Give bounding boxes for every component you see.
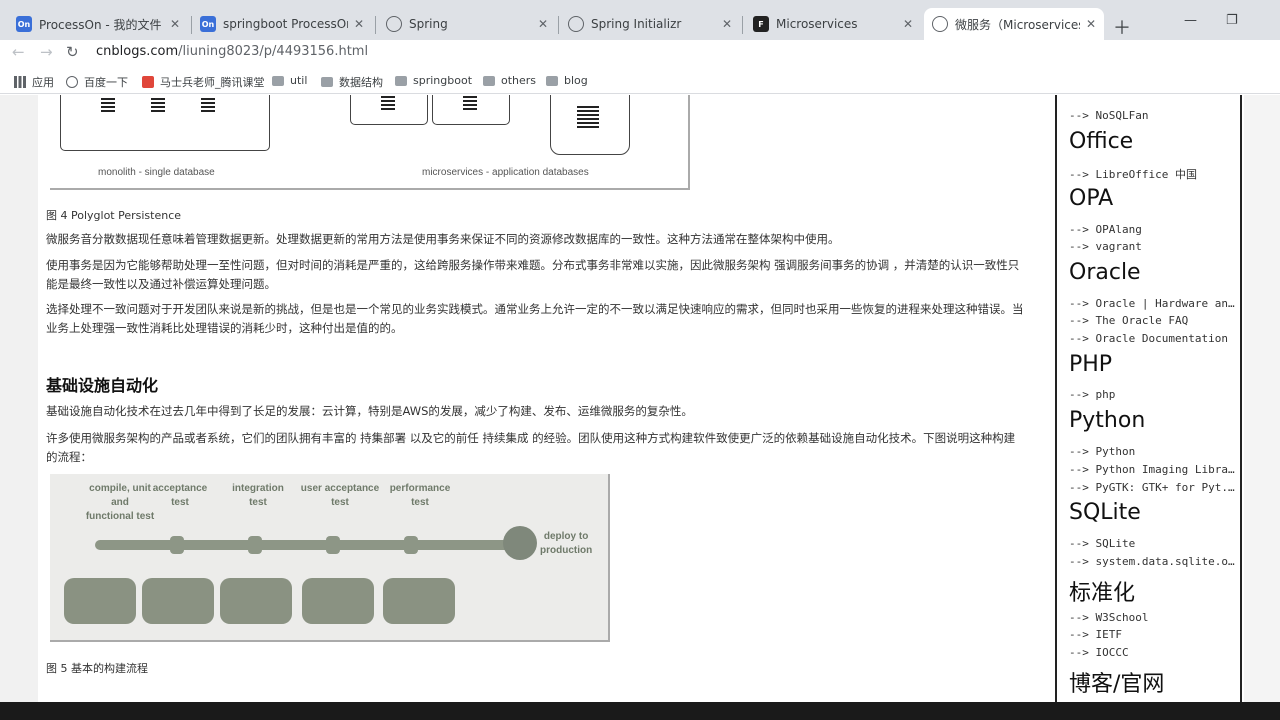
sidebar-links: --> NoSQLFan Office --> LibreOffice 中国 O…: [1055, 95, 1242, 702]
bookmark-msb[interactable]: 马士兵老师_腾讯课堂: [142, 74, 265, 90]
maximize-icon[interactable]: ❐: [1226, 13, 1238, 28]
paragraph: 基础设施自动化技术在过去几年中得到了长足的发展：云计算，特别是AWS的发展，减少…: [46, 404, 693, 418]
paragraph: 选择处理不一致问题对于开发团队来说是新的挑战，但是也是一个常见的业务实践模式。通…: [46, 302, 1024, 335]
page-icon: [66, 76, 78, 88]
paragraph: 使用事务是因为它能够帮助处理一至性问题，但对时间的消耗是严重的，这给跨服务操作带…: [46, 258, 1020, 291]
monolith-label: monolith - single database: [98, 167, 215, 178]
figure-4-caption: 图 4 Polyglot Persistence: [46, 209, 182, 222]
sidebar-link[interactable]: --> The Oracle FAQ: [1069, 314, 1239, 327]
tencent-classroom-icon: [142, 76, 154, 88]
close-tab-icon[interactable]: ✕: [1086, 17, 1096, 31]
bookmark-apps[interactable]: 应用: [14, 74, 54, 90]
stage-label: performance test: [389, 483, 451, 508]
article-body: monolith - single database microservices…: [38, 95, 1043, 702]
tab-microservices[interactable]: F Microservices ✕: [745, 8, 921, 40]
sidebar-heading: Office: [1069, 129, 1134, 154]
bookmark-datastructure[interactable]: 数据结构: [321, 74, 383, 90]
paragraph: 微服务音分散数据现任意味着管理数据更新。处理数据更新的常用方法是使用事务来保证不…: [46, 232, 840, 246]
figure-5-caption: 图 5 基本的构建流程: [46, 662, 148, 675]
pipeline-bar: [95, 540, 510, 550]
close-tab-icon[interactable]: ✕: [354, 17, 364, 31]
sidebar-link[interactable]: --> IOCCC: [1069, 646, 1239, 659]
section-heading: 基础设施自动化: [46, 376, 159, 395]
stage-label: integration test: [232, 483, 284, 508]
folder-icon: [483, 75, 495, 86]
sidebar-link[interactable]: --> IETF: [1069, 628, 1239, 641]
deploy-endpoint: [503, 526, 537, 560]
sidebar-link[interactable]: --> Python Imaging Libra...: [1069, 463, 1239, 476]
sidebar-heading: PHP: [1069, 352, 1113, 377]
globe-icon: [932, 16, 948, 32]
close-tab-icon[interactable]: ✕: [538, 17, 548, 31]
globe-icon: [568, 16, 584, 32]
stage-block: [302, 578, 374, 624]
tab-spring[interactable]: Spring ✕: [378, 8, 556, 40]
deploy-label: deploy to production: [540, 531, 593, 556]
back-arrow-icon[interactable]: ←: [12, 43, 25, 61]
stage-block: [64, 578, 136, 624]
microservices-label: microservices - application databases: [422, 167, 589, 178]
stage-label: acceptance test: [152, 483, 208, 508]
close-tab-icon[interactable]: ✕: [722, 17, 732, 31]
apps-grid-icon: [14, 76, 26, 88]
sidebar-heading: 标准化: [1069, 581, 1136, 606]
new-tab-button[interactable]: ＋: [1113, 14, 1131, 40]
sidebar-link[interactable]: --> Oracle Documentation: [1069, 332, 1239, 345]
tab-spring-initializr[interactable]: Spring Initializr ✕: [560, 8, 740, 40]
sidebar-link[interactable]: --> php: [1069, 388, 1239, 401]
paragraph: 许多使用微服务架构的产品或者系统，它们的团队拥有丰富的 持集部署 以及它的前任 …: [46, 431, 1016, 464]
bookmark-others[interactable]: others: [483, 74, 536, 87]
page-scrollbar[interactable]: [1244, 95, 1280, 702]
sidebar-link[interactable]: --> Python: [1069, 445, 1239, 458]
sidebar-heading: Oracle: [1069, 260, 1141, 285]
processon-icon: On: [16, 16, 32, 32]
sidebar-link[interactable]: --> system.data.sqlite.org: [1069, 555, 1239, 568]
folder-icon: [395, 75, 407, 86]
folder-icon: [546, 75, 558, 86]
bookmark-util[interactable]: util: [272, 74, 307, 87]
figure-build-pipeline: compile, unit and functional test accept…: [50, 474, 610, 642]
sidebar-heading: 博客/官网: [1069, 672, 1165, 697]
reload-icon[interactable]: ↻: [66, 43, 79, 61]
sidebar-link[interactable]: --> NoSQLFan: [1069, 109, 1239, 122]
close-tab-icon[interactable]: ✕: [170, 17, 180, 31]
folder-icon: [272, 75, 284, 86]
sidebar-link[interactable]: --> SQLite: [1069, 537, 1239, 550]
sidebar-link[interactable]: --> vagrant: [1069, 240, 1239, 253]
page-viewport: monolith - single database microservices…: [0, 95, 1280, 702]
bookmarks-bar: 应用 百度一下 马士兵老师_腾讯课堂 util 数据结构 springboot …: [0, 68, 1280, 94]
browser-toolbar: ← → ↻ cnblogs.com/liuning8023/p/4493156.…: [0, 40, 1280, 68]
close-tab-icon[interactable]: ✕: [903, 17, 913, 31]
minimize-icon[interactable]: —: [1184, 13, 1197, 28]
bookmark-springboot[interactable]: springboot: [395, 74, 472, 87]
sidebar-link[interactable]: --> OPAlang: [1069, 223, 1239, 236]
sidebar-heading: SQLite: [1069, 500, 1141, 525]
stage-block: [220, 578, 292, 624]
forward-arrow-icon[interactable]: →: [40, 43, 53, 61]
tab-springboot-processon[interactable]: On springboot ProcessOn Mi ✕: [192, 8, 372, 40]
globe-icon: [386, 16, 402, 32]
address-bar[interactable]: cnblogs.com/liuning8023/p/4493156.html: [96, 44, 368, 59]
sidebar-link[interactable]: --> W3School: [1069, 611, 1239, 624]
tab-processon-files[interactable]: On ProcessOn - 我的文件 ✕: [8, 8, 188, 40]
sidebar-heading: Python: [1069, 408, 1146, 433]
sidebar-link[interactable]: --> PyGTK: GTK+ for Pyt...: [1069, 481, 1239, 494]
sidebar-link[interactable]: --> Oracle | Hardware an...: [1069, 297, 1239, 310]
sidebar-link[interactable]: --> LibreOffice 中国: [1069, 166, 1239, 182]
bookmark-blog[interactable]: blog: [546, 74, 588, 87]
bookmark-baidu[interactable]: 百度一下: [66, 74, 128, 90]
figure-polyglot-persistence: monolith - single database microservices…: [50, 95, 690, 190]
taskbar-strip: [0, 702, 1280, 720]
processon-icon: On: [200, 16, 216, 32]
folder-icon: [321, 77, 333, 87]
stage-label: user acceptance test: [300, 483, 380, 508]
stage-block: [383, 578, 455, 624]
sidebar-heading: OPA: [1069, 186, 1114, 211]
stage-block: [142, 578, 214, 624]
f-icon: F: [753, 16, 769, 32]
